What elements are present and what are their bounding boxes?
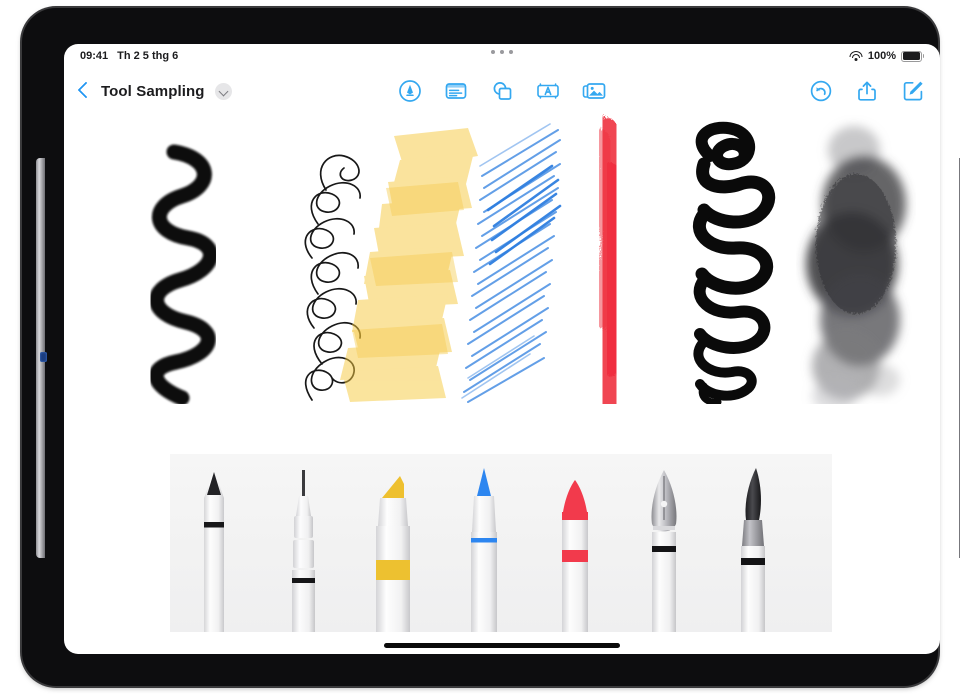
device-side-connector xyxy=(40,352,47,362)
tool-palette xyxy=(170,454,832,632)
tool-fountain-pen[interactable] xyxy=(638,462,690,632)
pen-in-circle-icon[interactable] xyxy=(397,78,423,104)
undo-arrow-circle-icon[interactable] xyxy=(808,78,834,104)
text-box-icon[interactable] xyxy=(443,78,469,104)
shapes-icon[interactable] xyxy=(489,78,515,104)
battery-icon xyxy=(901,50,925,62)
status-bar-right: 100% xyxy=(849,50,925,62)
tool-brush[interactable] xyxy=(726,462,782,632)
stroke-fountain-pen xyxy=(692,121,776,404)
compose-pencil-square-icon[interactable] xyxy=(900,78,926,104)
page-title: Tool Sampling xyxy=(101,82,205,100)
tool-pencil[interactable] xyxy=(188,462,240,632)
tool-fineliner[interactable] xyxy=(282,462,326,632)
chevron-down-circle-icon[interactable] xyxy=(214,82,232,100)
nav-bar-right-tools xyxy=(808,78,926,104)
ipad-screen: 09:41 Th 2 5 thg 6 100% Tool Sampling xyxy=(64,44,940,654)
nav-bar-center-tools xyxy=(397,78,607,104)
wifi-icon xyxy=(849,50,863,62)
tool-highlighter[interactable] xyxy=(366,462,424,632)
tool-blue-pen[interactable] xyxy=(460,462,508,632)
strokes-layer xyxy=(64,114,940,404)
document-canvas[interactable]: 150% xyxy=(64,114,940,632)
stroke-pencil xyxy=(149,144,218,404)
multitask-dots-icon[interactable] xyxy=(491,50,513,54)
tool-crayon[interactable] xyxy=(550,462,600,632)
ipad-device-frame: 09:41 Th 2 5 thg 6 100% Tool Sampling xyxy=(22,8,960,686)
stroke-blue-pen xyxy=(461,123,562,403)
status-time: 09:41 xyxy=(80,50,109,62)
letter-a-box-icon[interactable] xyxy=(535,78,561,104)
status-date: Th 2 5 thg 6 xyxy=(117,50,179,62)
home-indicator[interactable] xyxy=(384,643,620,648)
battery-percent-label: 100% xyxy=(867,50,896,62)
photos-icon[interactable] xyxy=(581,78,607,104)
share-up-arrow-icon[interactable] xyxy=(854,78,880,104)
navigation-bar: Tool Sampling xyxy=(64,68,940,114)
status-bar-left: 09:41 Th 2 5 thg 6 xyxy=(80,50,178,62)
stroke-brush xyxy=(806,126,906,404)
stroke-crayon xyxy=(589,117,631,404)
nav-bar-left: Tool Sampling xyxy=(78,80,232,102)
chevron-left-icon[interactable] xyxy=(78,80,91,102)
stroke-highlighter xyxy=(340,128,478,402)
status-bar: 09:41 Th 2 5 thg 6 100% xyxy=(64,44,940,68)
